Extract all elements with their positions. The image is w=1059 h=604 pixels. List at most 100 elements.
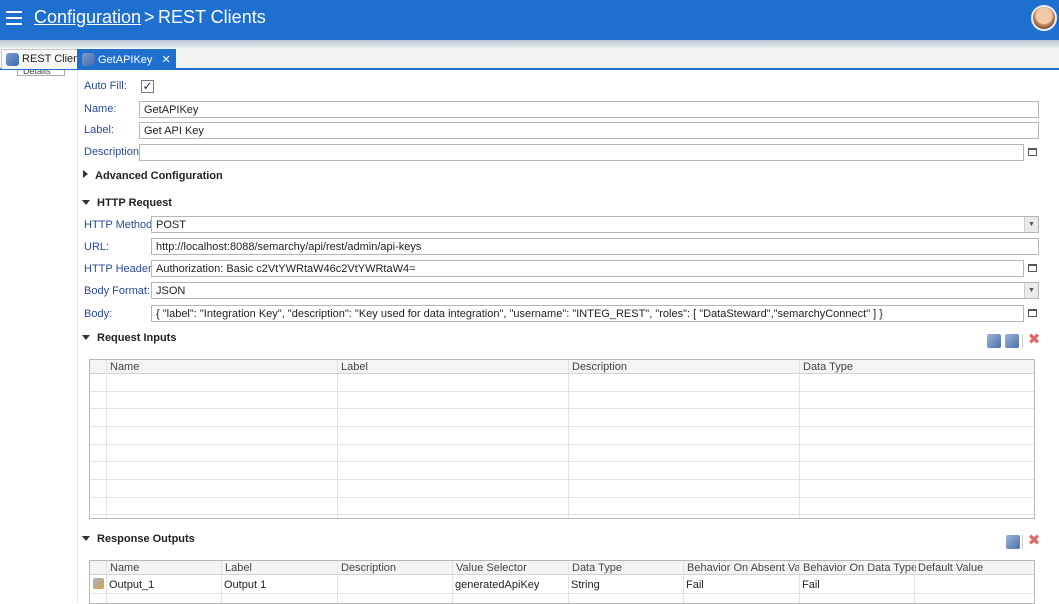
row-divider (90, 479, 1034, 480)
section-title: Response Outputs (97, 533, 195, 545)
column-header[interactable]: Label (221, 561, 338, 575)
breadcrumb-configuration-link[interactable]: Configuration (34, 7, 141, 28)
column-header[interactable]: Name (106, 360, 338, 374)
delete-input-icon[interactable]: ✖ (1027, 332, 1041, 347)
column-divider (799, 360, 800, 518)
output-value-selector-cell[interactable]: generatedApiKey (452, 579, 567, 591)
body-field[interactable]: { "label": "Integration Key", "descripti… (151, 305, 1024, 322)
body-label: Body: (84, 308, 113, 320)
column-divider (799, 561, 800, 603)
table-header: Name Label Description Data Type (90, 360, 1034, 374)
output-absent-behavior-cell[interactable]: Fail (683, 579, 798, 591)
user-avatar[interactable] (1031, 5, 1057, 31)
open-editor-icon[interactable] (1028, 264, 1037, 272)
column-header[interactable]: Label (337, 360, 569, 374)
http-method-value: POST (156, 219, 186, 231)
page-title: REST Clients (158, 7, 266, 27)
add-input-icon[interactable] (987, 334, 1001, 348)
output-data-type-cell[interactable]: String (568, 579, 683, 591)
tab-label: GetAPIKey (98, 54, 153, 66)
output-name-cell[interactable]: Output_1 (106, 579, 221, 591)
name-label: Name: (84, 103, 117, 115)
url-label: URL: (84, 241, 110, 253)
row-divider (90, 514, 1034, 515)
details-side-panel: Details (0, 70, 78, 602)
name-field[interactable]: GetAPIKey (139, 101, 1039, 118)
rest-client-icon (6, 53, 19, 66)
body-format-value: JSON (156, 285, 186, 297)
row-divider (90, 391, 1034, 392)
app-header: Configuration > REST Clients (0, 0, 1059, 40)
body-format-select[interactable]: JSON ▼ (151, 282, 1039, 299)
http-method-label: HTTP Method: (84, 219, 156, 231)
column-divider (914, 561, 915, 603)
http-method-select[interactable]: POST ▼ (151, 216, 1039, 233)
label-label: Label: (84, 124, 114, 136)
column-divider (221, 561, 222, 603)
output-label-cell[interactable]: Output 1 (221, 579, 336, 591)
toolbar-divider (1022, 334, 1023, 348)
tab-getapikey[interactable]: GetAPIKey ✕ (77, 49, 176, 69)
column-divider (568, 561, 569, 603)
row-divider (90, 426, 1034, 427)
column-header[interactable]: Name (106, 561, 223, 575)
close-tab-icon[interactable]: ✕ (161, 54, 170, 66)
section-title: Request Inputs (97, 332, 177, 344)
column-divider (106, 561, 107, 603)
column-divider (337, 561, 338, 603)
add-multiple-inputs-icon[interactable] (1005, 334, 1019, 348)
column-header[interactable]: Data Type (568, 561, 685, 575)
column-divider (337, 360, 338, 518)
editor-tab-strip: REST Clients GetAPIKey ✕ (0, 48, 1059, 70)
column-header[interactable]: Value Selector (452, 561, 569, 575)
column-divider (568, 360, 569, 518)
description-field[interactable] (139, 144, 1024, 161)
column-header[interactable]: Description (568, 360, 800, 374)
details-tab[interactable]: Details (17, 70, 65, 76)
chevron-down-icon[interactable]: ▼ (1024, 217, 1038, 232)
hamburger-menu-icon[interactable] (6, 11, 22, 25)
http-request-section[interactable]: HTTP Request (82, 197, 172, 209)
auto-fill-label: Auto Fill: (84, 80, 127, 92)
request-inputs-section[interactable]: Request Inputs (82, 332, 176, 344)
column-divider (452, 561, 453, 603)
toolbar-divider (1022, 535, 1023, 549)
response-outputs-section[interactable]: Response Outputs (82, 533, 195, 545)
description-label: Description: (84, 146, 143, 158)
column-header[interactable]: Behavior On Absent Value (683, 561, 800, 575)
row-divider (90, 497, 1034, 498)
collapse-arrow-icon (82, 536, 90, 541)
expand-arrow-icon (83, 170, 88, 178)
column-divider (106, 360, 107, 518)
body-format-label: Body Format: (84, 285, 151, 297)
row-divider (90, 444, 1034, 445)
label-field[interactable]: Get API Key (139, 122, 1039, 139)
open-editor-icon[interactable] (1028, 309, 1037, 317)
collapse-arrow-icon (82, 335, 90, 340)
http-headers-field[interactable]: Authorization: Basic c2VtYWRtaW46c2VtYWR… (151, 260, 1024, 277)
response-outputs-table: Name Label Description Value Selector Da… (89, 560, 1035, 604)
breadcrumb-separator: > (144, 7, 155, 27)
row-divider (90, 461, 1034, 462)
collapse-arrow-icon (82, 200, 90, 205)
open-editor-icon[interactable] (1028, 148, 1037, 156)
url-field[interactable]: http://localhost:8088/semarchy/api/rest/… (151, 238, 1039, 255)
delete-output-icon[interactable]: ✖ (1027, 533, 1041, 548)
column-divider (683, 561, 684, 603)
column-header[interactable]: Behavior On Data Type ... (799, 561, 916, 575)
section-title: Advanced Configuration (95, 170, 223, 182)
column-header[interactable]: Default Value (914, 561, 1034, 575)
row-divider (90, 593, 1034, 594)
add-output-icon[interactable] (1006, 535, 1020, 549)
section-title: HTTP Request (97, 197, 172, 209)
output-row-icon (93, 578, 104, 589)
column-header[interactable]: Description (337, 561, 454, 575)
chevron-down-icon[interactable]: ▼ (1024, 283, 1038, 298)
auto-fill-checkbox[interactable]: ✓ (141, 80, 154, 93)
output-datatype-behavior-cell[interactable]: Fail (799, 579, 914, 591)
row-divider (90, 408, 1034, 409)
request-inputs-table: Name Label Description Data Type (89, 359, 1035, 519)
column-header[interactable]: Data Type (799, 360, 1031, 374)
advanced-configuration-section[interactable]: Advanced Configuration (83, 170, 223, 182)
http-headers-label: HTTP Headers: (84, 263, 161, 275)
